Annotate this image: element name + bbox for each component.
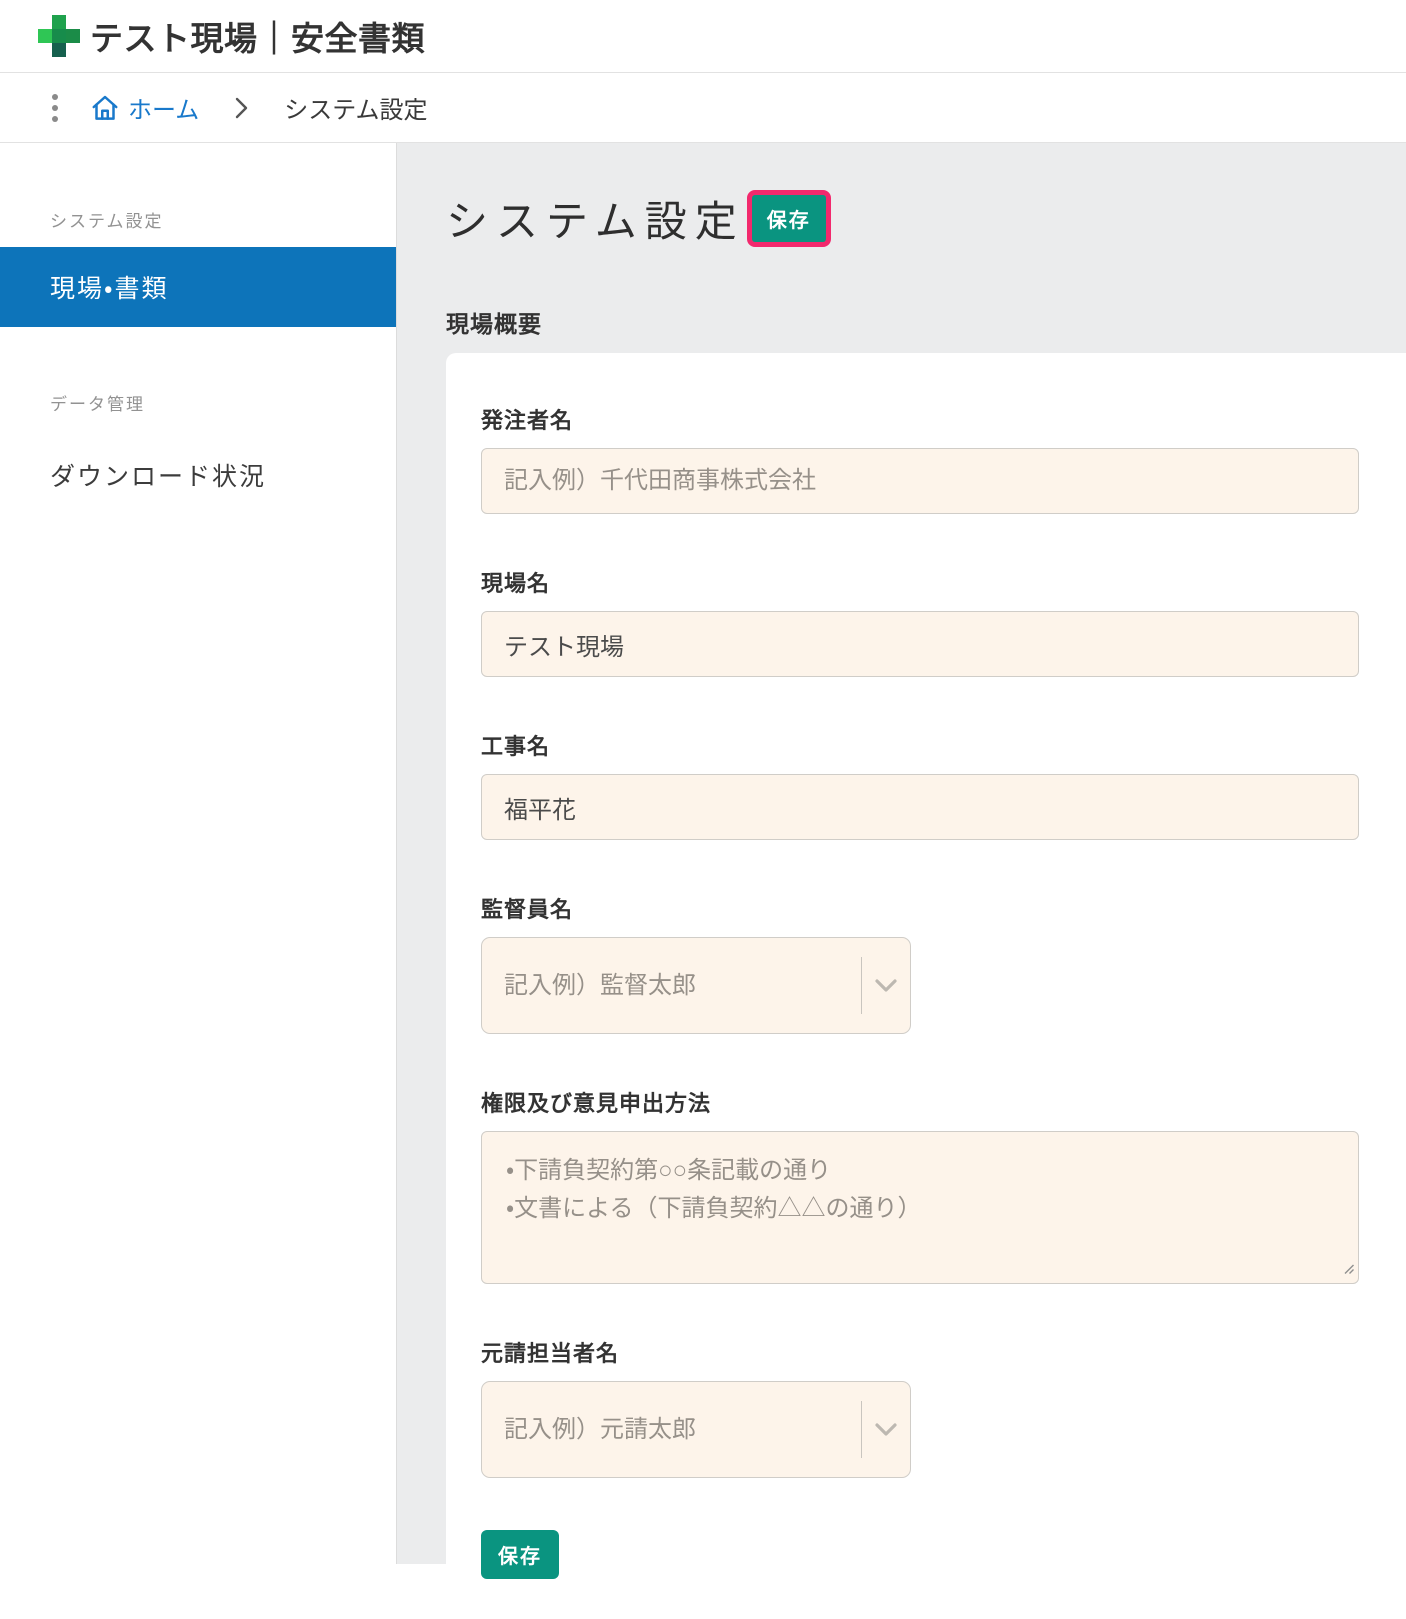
contact-input[interactable] xyxy=(482,1415,861,1445)
authority-placeholder: ・下請負契約第○○条記載の通り ・文書による（下請負契約△△の通り） xyxy=(506,1152,1334,1228)
site-overview-card: 発注者名 現場名 工事名 監督員名 xyxy=(446,353,1406,1619)
green-cross-icon xyxy=(38,15,80,57)
supervisor-label: 監督員名 xyxy=(481,892,1380,924)
section-heading-genba-gaiyo: 現場概要 xyxy=(446,305,1406,339)
field-site-name: 現場名 xyxy=(481,566,1380,677)
sidebar-item-genba-shorui[interactable]: 現場・書類 xyxy=(0,247,396,327)
authority-label: 権限及び意見申出方法 xyxy=(481,1086,1380,1118)
field-contact: 元請担当者名 xyxy=(481,1336,1380,1478)
breadcrumb: ホーム システム設定 xyxy=(0,73,1406,143)
field-construction-name: 工事名 xyxy=(481,729,1380,840)
chevron-down-icon[interactable] xyxy=(862,979,910,992)
chevron-down-icon[interactable] xyxy=(862,1423,910,1436)
chevron-right-icon xyxy=(235,97,248,119)
kebab-menu-icon[interactable] xyxy=(52,94,58,122)
app-title: テスト現場｜安全書類 xyxy=(90,12,425,60)
home-icon xyxy=(90,93,120,123)
construction-name-label: 工事名 xyxy=(481,729,1380,761)
save-button-bottom[interactable]: 保存 xyxy=(481,1530,559,1579)
sidebar-section-heading-system: システム設定 xyxy=(50,207,396,232)
field-authority: 権限及び意見申出方法 ・下請負契約第○○条記載の通り ・文書による（下請負契約△… xyxy=(481,1086,1380,1284)
breadcrumb-current: システム設定 xyxy=(284,90,427,125)
breadcrumb-home-label: ホーム xyxy=(128,90,199,125)
main-content: システム設定 保存 現場概要 発注者名 現場名 工事名 監督員名 xyxy=(397,143,1406,1564)
save-button-top[interactable]: 保存 xyxy=(752,195,826,242)
contact-combobox[interactable] xyxy=(481,1381,911,1478)
orderer-input[interactable] xyxy=(481,448,1359,514)
breadcrumb-home-link[interactable]: ホーム xyxy=(90,90,199,125)
sidebar-item-download-status[interactable]: ダウンロード状況 xyxy=(50,457,396,493)
resize-handle-icon[interactable] xyxy=(1342,1262,1355,1280)
construction-name-input[interactable] xyxy=(481,774,1359,840)
sidebar: システム設定 現場・書類 データ管理 ダウンロード状況 xyxy=(0,143,397,1564)
supervisor-combobox[interactable] xyxy=(481,937,911,1034)
save-button-highlight: 保存 xyxy=(747,190,831,247)
field-orderer: 発注者名 xyxy=(481,403,1380,514)
authority-textarea[interactable]: ・下請負契約第○○条記載の通り ・文書による（下請負契約△△の通り） xyxy=(481,1131,1359,1284)
supervisor-input[interactable] xyxy=(482,971,861,1001)
site-name-input[interactable] xyxy=(481,611,1359,677)
contact-label: 元請担当者名 xyxy=(481,1336,1380,1368)
site-name-label: 現場名 xyxy=(481,566,1380,598)
orderer-label: 発注者名 xyxy=(481,403,1380,435)
sidebar-section-heading-data: データ管理 xyxy=(50,390,396,415)
field-supervisor: 監督員名 xyxy=(481,892,1380,1034)
app-header: テスト現場｜安全書類 xyxy=(0,0,1406,73)
page-title: システム設定 xyxy=(446,188,745,249)
